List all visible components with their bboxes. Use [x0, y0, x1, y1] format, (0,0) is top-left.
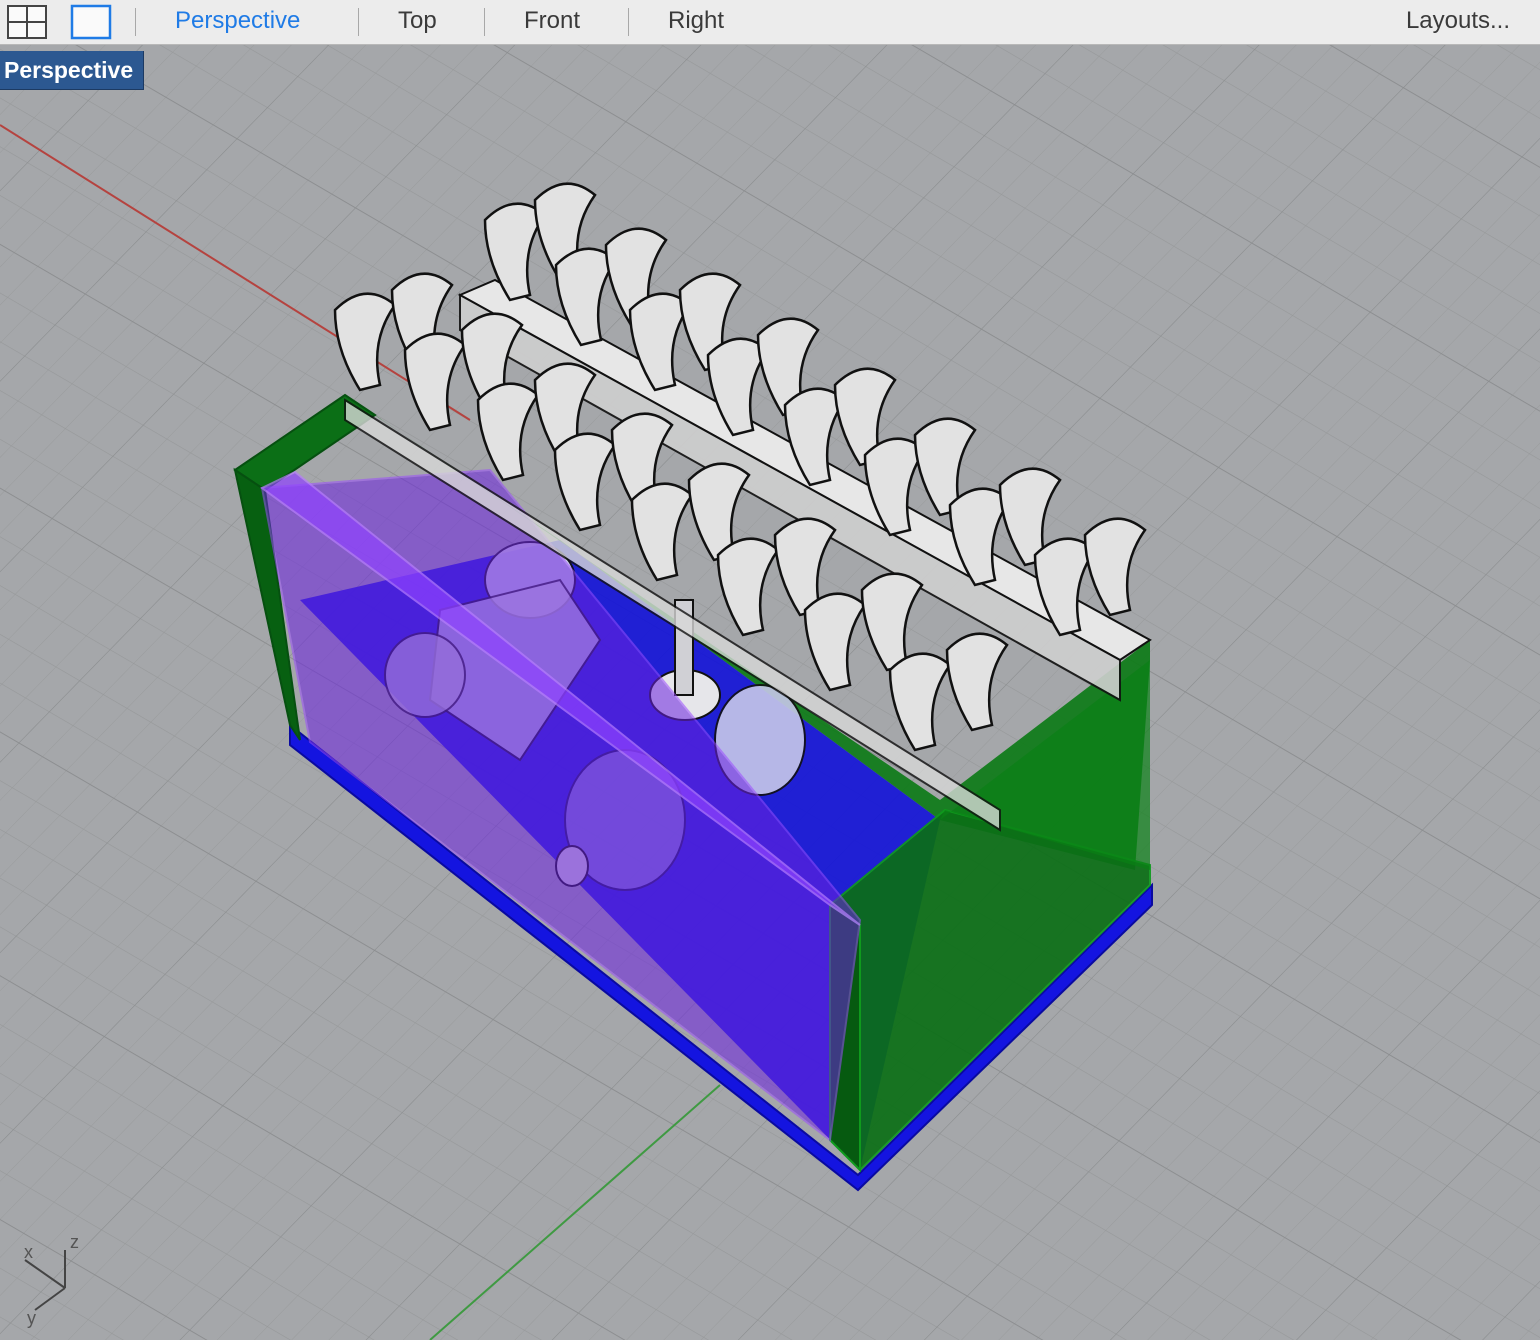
viewport-toolbar: Perspective Top Front Right Layouts... — [0, 0, 1540, 45]
toolbar-separator — [628, 8, 629, 36]
viewport-title-label[interactable]: Perspective — [0, 51, 145, 90]
tab-top[interactable]: Top — [398, 6, 437, 36]
toolbar-separator — [135, 8, 136, 36]
gizmo-z-label: z — [70, 1232, 79, 1252]
tab-front[interactable]: Front — [524, 6, 580, 36]
toolbar-separator — [358, 8, 359, 36]
four-viewports-icon[interactable] — [6, 4, 50, 40]
gizmo-x-label: x — [24, 1242, 33, 1262]
gizmo-y-label: y — [27, 1308, 36, 1328]
layouts-button[interactable]: Layouts... — [1406, 6, 1510, 36]
tab-right[interactable]: Right — [668, 6, 724, 36]
perspective-viewport-canvas[interactable]: x z y — [0, 45, 1540, 1340]
single-viewport-icon[interactable] — [70, 4, 114, 40]
toolbar-separator — [484, 8, 485, 36]
tab-perspective[interactable]: Perspective — [175, 6, 300, 36]
